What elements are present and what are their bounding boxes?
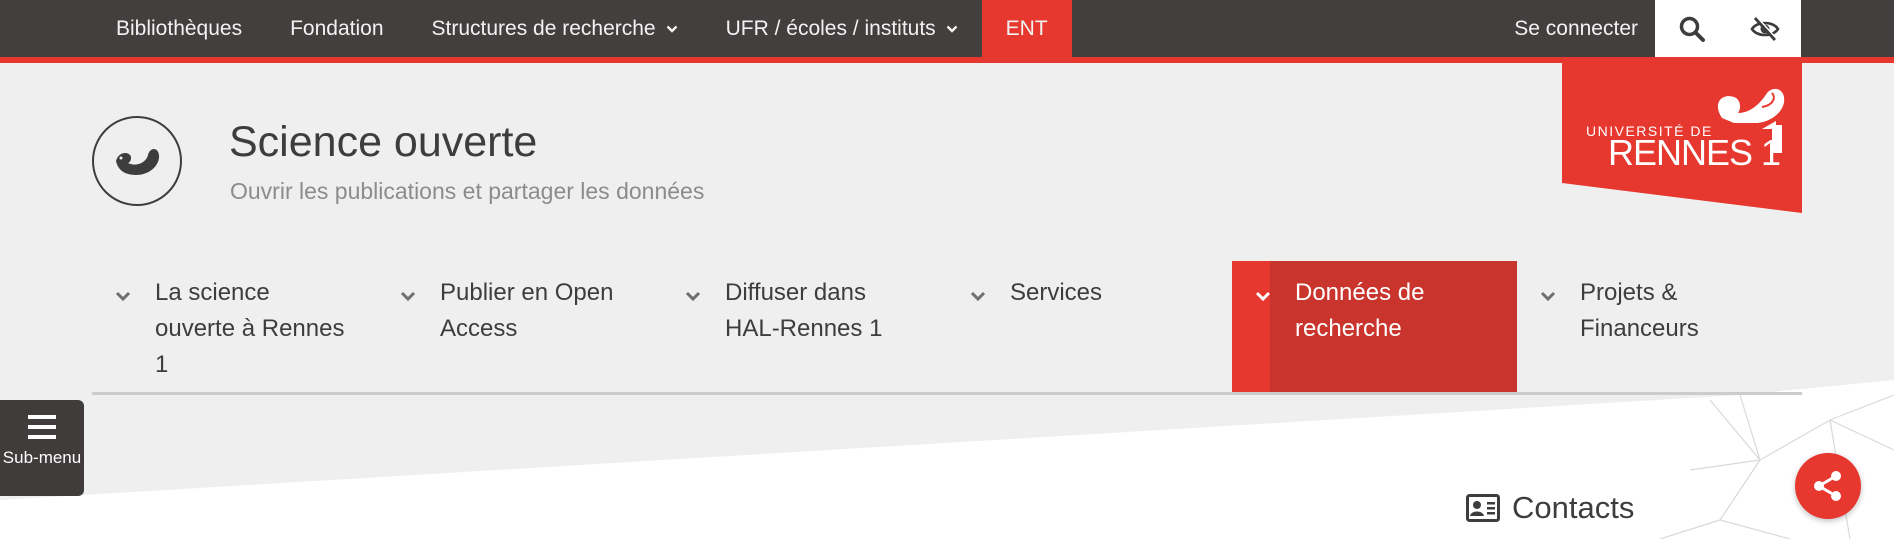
- submenu-label: Sub-menu: [2, 448, 82, 467]
- mainnav-label: Diffuser dans HAL-Rennes 1: [725, 279, 883, 342]
- topnav-label: ENT: [1005, 16, 1048, 40]
- share-button[interactable]: [1795, 453, 1861, 519]
- chevron-down-icon: [1255, 291, 1271, 302]
- mainnav-item-donnees[interactable]: Données de recherche: [1232, 261, 1517, 393]
- mainnav-label: Services: [1010, 279, 1103, 306]
- search-icon: [1679, 16, 1705, 42]
- contacts-title: Contacts: [1512, 490, 1635, 525]
- site-subtitle: Ouvrir les publications et partager les …: [230, 178, 705, 204]
- chevron-down-icon: [970, 291, 986, 302]
- topnav-label: Bibliothèques: [116, 16, 243, 40]
- chevron-down-icon: [666, 25, 677, 33]
- topnav-item-bibliotheques[interactable]: Bibliothèques: [92, 0, 266, 57]
- login-link[interactable]: Se connecter: [1514, 0, 1638, 57]
- contacts-heading: Contacts: [1466, 490, 1634, 526]
- mainnav-item-science-ouverte[interactable]: La science ouverte à Rennes 1: [92, 261, 377, 393]
- mainnav-item-projets[interactable]: Projets & Financeurs: [1517, 261, 1802, 393]
- search-button[interactable]: [1655, 0, 1728, 57]
- hamburger-icon: [28, 415, 56, 439]
- topnav-item-fondation[interactable]: Fondation: [266, 0, 407, 57]
- topnav-item-ufr[interactable]: UFR / écoles / instituts: [702, 0, 982, 57]
- topnav-label: UFR / écoles / instituts: [725, 16, 936, 40]
- mainnav-label: Publier en Open Access: [440, 279, 614, 342]
- university-logo-graphic: UNIVERSITÉ DE RENNES 1: [1562, 63, 1802, 213]
- share-icon: [1814, 471, 1841, 501]
- topnav-label: Fondation: [290, 16, 384, 40]
- login-label: Se connecter: [1514, 16, 1638, 40]
- mainnav-label: La science ouverte à Rennes 1: [155, 279, 345, 378]
- university-logo[interactable]: UNIVERSITÉ DE RENNES 1: [1562, 63, 1802, 213]
- topnav-label: Structures de recherche: [431, 16, 656, 40]
- contact-card-icon: [1466, 494, 1500, 522]
- active-band: [1232, 261, 1270, 393]
- chevron-down-icon: [400, 291, 416, 302]
- mainnav-item-publier[interactable]: Publier en Open Access: [377, 261, 662, 393]
- top-nav: Bibliothèques Fondation Structures de re…: [92, 0, 1072, 57]
- mainnav-label: Données de recherche: [1295, 279, 1425, 342]
- topnav-item-structures[interactable]: Structures de recherche: [408, 0, 702, 57]
- chevron-down-icon: [1540, 291, 1556, 302]
- mainnav-item-services[interactable]: Services: [947, 261, 1232, 393]
- squirrel-logo-icon: [116, 149, 160, 175]
- site-emblem[interactable]: [92, 116, 182, 206]
- topnav-item-ent[interactable]: ENT: [981, 0, 1072, 57]
- submenu-button[interactable]: Sub-menu: [0, 400, 84, 496]
- chevron-down-icon: [115, 291, 131, 302]
- eye-slash-icon: [1749, 16, 1780, 41]
- logo-line2: RENNES 1: [1608, 132, 1780, 173]
- mainnav-label: Projets & Financeurs: [1580, 279, 1699, 342]
- mainnav-item-diffuser[interactable]: Diffuser dans HAL-Rennes 1: [662, 261, 947, 393]
- chevron-down-icon: [685, 291, 701, 302]
- chevron-down-icon: [946, 25, 958, 33]
- main-nav: La science ouverte à Rennes 1 Publier en…: [92, 261, 1802, 393]
- accessibility-button[interactable]: [1728, 0, 1801, 57]
- site-title: Science ouverte: [229, 118, 538, 166]
- main-nav-divider: [92, 392, 1802, 395]
